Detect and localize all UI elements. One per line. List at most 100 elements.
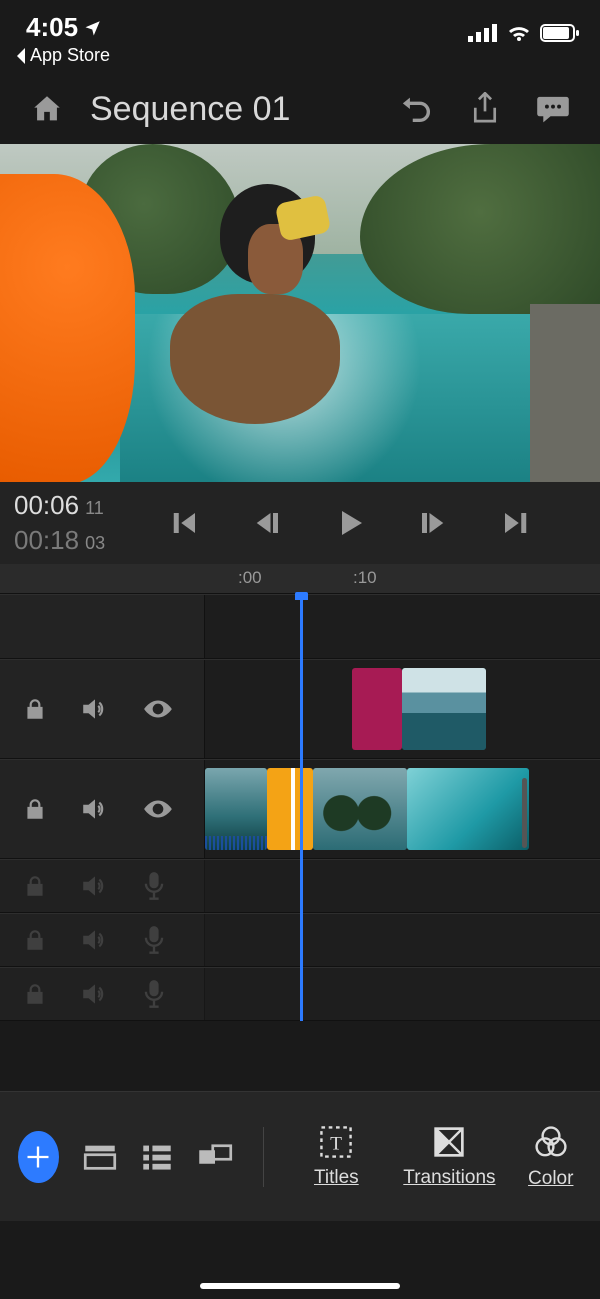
track-mute-button[interactable]	[80, 873, 110, 899]
bottom-toolbar: T Titles Transitions Color	[0, 1091, 600, 1221]
overwrite-insert-button[interactable]	[197, 1130, 233, 1184]
step-forward-icon	[417, 508, 447, 538]
volume-icon	[80, 696, 110, 722]
back-to-appstore[interactable]: App Store	[0, 45, 600, 74]
color-label: Color	[528, 1168, 573, 1190]
home-button[interactable]	[22, 92, 72, 126]
current-frames: 11	[85, 498, 104, 519]
caret-left-icon	[14, 47, 28, 65]
home-icon	[30, 92, 64, 126]
track-header	[0, 595, 205, 658]
transitions-icon	[432, 1125, 466, 1159]
tracks-panel-button[interactable]	[141, 1130, 173, 1184]
wifi-icon	[506, 23, 532, 43]
clip-magenta[interactable]	[352, 668, 402, 750]
lock-icon	[22, 796, 48, 822]
clip-selected[interactable]	[267, 768, 313, 850]
playhead[interactable]	[300, 594, 303, 1021]
track-record-button[interactable]	[142, 925, 166, 955]
track-body[interactable]	[205, 860, 600, 912]
plus-icon	[24, 1143, 52, 1171]
track-body[interactable]	[205, 968, 600, 1020]
eye-icon	[142, 797, 174, 821]
titles-icon: T	[319, 1125, 353, 1159]
track-lock-button[interactable]	[22, 696, 48, 722]
project-panel-icon	[83, 1143, 117, 1171]
mic-icon	[142, 871, 166, 901]
titles-label: Titles	[314, 1167, 359, 1189]
back-label: App Store	[30, 45, 110, 66]
undo-button[interactable]	[392, 92, 442, 126]
go-to-start-button[interactable]	[163, 501, 207, 545]
play-icon	[334, 507, 366, 539]
timeline-tracks[interactable]	[0, 594, 600, 1021]
lock-icon	[22, 873, 48, 899]
volume-icon	[80, 873, 110, 899]
clip-sea[interactable]	[205, 768, 267, 850]
tracks-panel-icon	[141, 1143, 173, 1171]
eye-icon	[142, 697, 174, 721]
project-panel-button[interactable]	[83, 1130, 117, 1184]
svg-text:T: T	[330, 1133, 342, 1154]
track-mute-button[interactable]	[80, 981, 110, 1007]
topbar: Sequence 01	[0, 74, 600, 144]
track-header	[0, 914, 205, 966]
share-button[interactable]	[460, 92, 510, 126]
track-lock-button[interactable]	[22, 927, 48, 953]
track-mute-button[interactable]	[80, 927, 110, 953]
clip-aerial[interactable]	[407, 768, 529, 850]
location-icon	[84, 19, 102, 37]
undo-icon	[400, 92, 434, 126]
track-mute-button[interactable]	[80, 796, 110, 822]
clip-ocean[interactable]	[402, 668, 486, 750]
current-time: 00:06	[14, 490, 79, 521]
track-body[interactable]	[205, 914, 600, 966]
track-lock-button[interactable]	[22, 873, 48, 899]
video-preview[interactable]	[0, 144, 600, 482]
share-icon	[470, 92, 500, 126]
volume-icon	[80, 927, 110, 953]
track-visibility-button[interactable]	[142, 697, 174, 721]
add-media-button[interactable]	[18, 1131, 59, 1183]
track-mute-button[interactable]	[80, 696, 110, 722]
track-lock-button[interactable]	[22, 796, 48, 822]
color-icon	[533, 1124, 569, 1160]
clip-islands[interactable]	[313, 768, 407, 850]
ruler-mark: :00	[238, 568, 262, 588]
step-back-icon	[253, 508, 283, 538]
home-indicator[interactable]	[200, 1283, 400, 1289]
feedback-icon	[536, 94, 570, 124]
ruler-mark: :10	[353, 568, 377, 588]
play-button[interactable]	[328, 501, 372, 545]
track-record-button[interactable]	[142, 871, 166, 901]
lock-icon	[22, 696, 48, 722]
project-title: Sequence 01	[90, 90, 374, 129]
mic-icon	[142, 925, 166, 955]
cellular-icon	[468, 24, 498, 42]
color-button[interactable]: Color	[520, 1124, 582, 1190]
timeline-ruler[interactable]: :00 :10	[0, 564, 600, 594]
go-to-end-button[interactable]	[493, 501, 537, 545]
duration-time: 00:18	[14, 525, 79, 556]
track-visibility-button[interactable]	[142, 797, 174, 821]
status-time: 4:05	[26, 12, 78, 43]
feedback-button[interactable]	[528, 94, 578, 124]
track-header	[0, 760, 205, 858]
step-back-button[interactable]	[246, 501, 290, 545]
track-header	[0, 860, 205, 912]
step-forward-button[interactable]	[410, 501, 454, 545]
skip-start-icon	[170, 508, 200, 538]
battery-icon	[540, 23, 580, 43]
track-header	[0, 968, 205, 1020]
track-body[interactable]	[205, 660, 600, 758]
mic-icon	[142, 979, 166, 1009]
track-body[interactable]	[205, 595, 600, 658]
transport-bar: 00:06 11 00:18 03	[0, 482, 600, 564]
duration-frames: 03	[85, 533, 105, 554]
track-record-button[interactable]	[142, 979, 166, 1009]
titles-button[interactable]: T Titles	[293, 1125, 379, 1189]
track-body[interactable]	[205, 760, 600, 858]
transitions-button[interactable]: Transitions	[403, 1125, 495, 1189]
transitions-label: Transitions	[403, 1167, 495, 1189]
track-lock-button[interactable]	[22, 981, 48, 1007]
